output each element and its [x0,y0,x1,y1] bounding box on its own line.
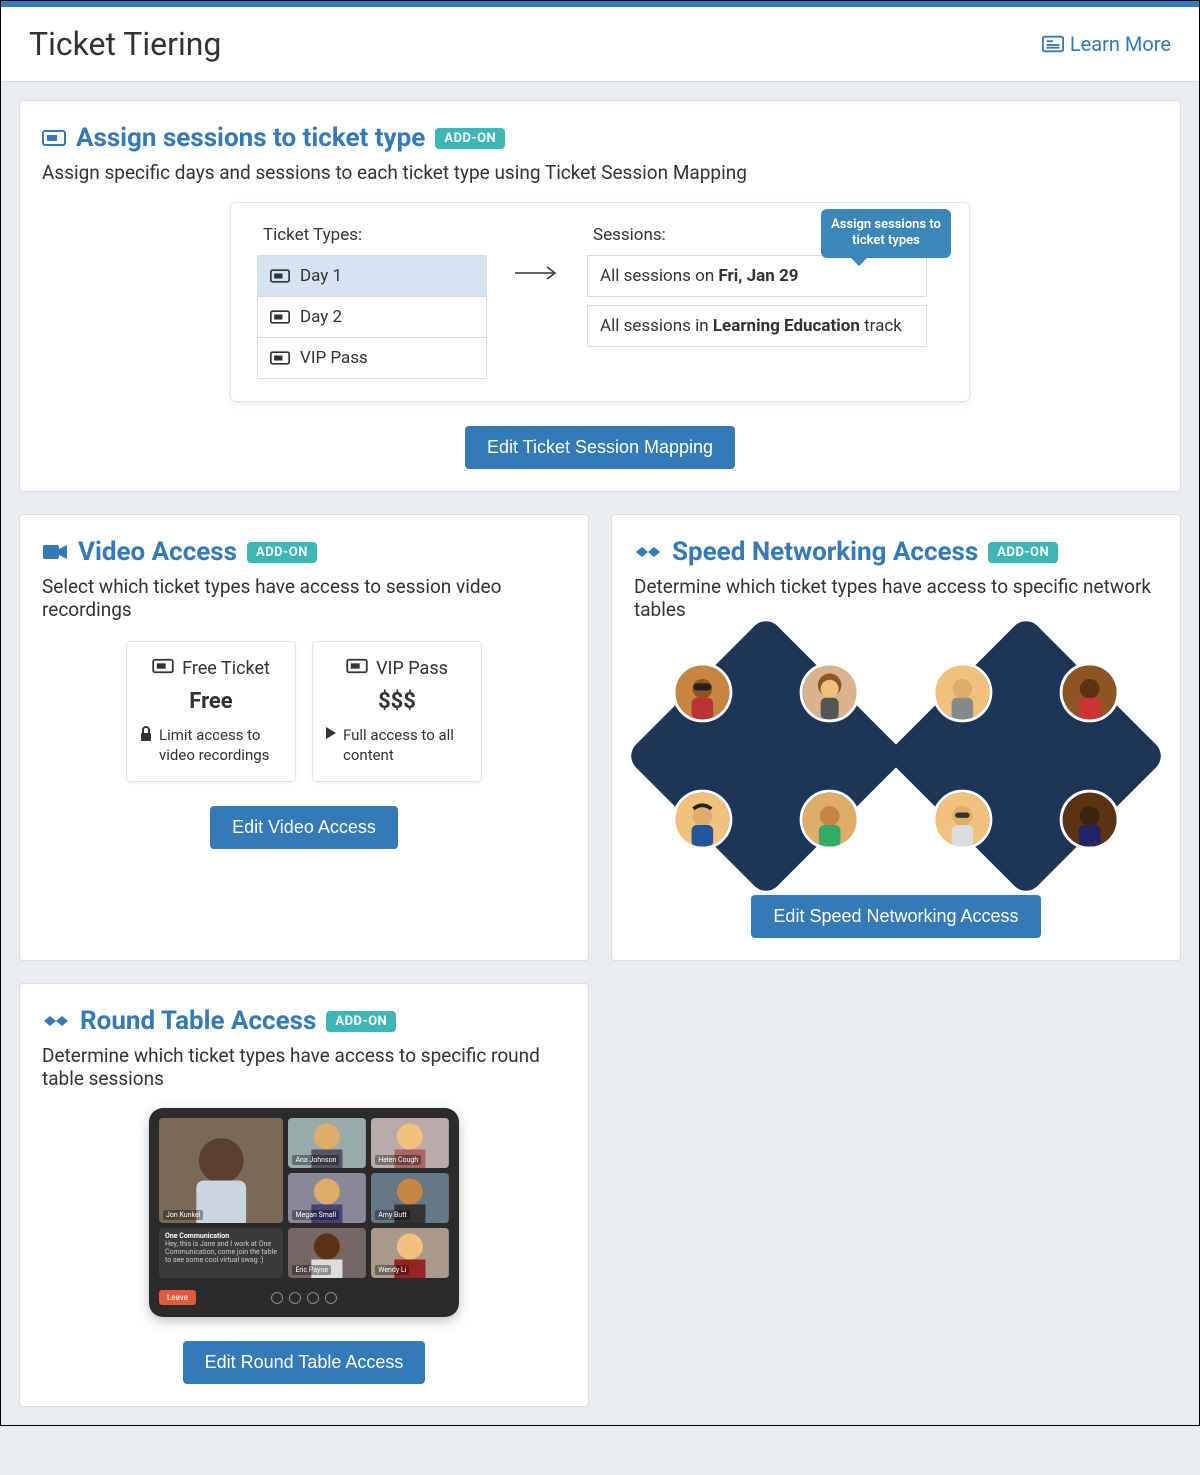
avatar [932,662,992,722]
networking-illustration [634,641,1158,871]
leave-button: Leave [159,1290,196,1305]
edit-ticket-session-mapping-button[interactable]: Edit Ticket Session Mapping [465,426,735,469]
ticket-type-item: Day 1 [257,255,487,297]
ticket-card-note: Full access to all content [343,726,469,765]
session-text: All sessions in Learning Education track [600,316,902,336]
handshake-icon [42,1011,70,1031]
handshake-icon [634,542,662,562]
edit-speed-networking-access-button[interactable]: Edit Speed Networking Access [751,895,1040,938]
network-table [625,615,908,898]
control-icon [325,1292,337,1304]
video-tile: Amy Butt [371,1173,449,1223]
arrow-icon [513,265,561,281]
sessions-list: All sessions on Fri, Jan 29 All sessions… [587,255,927,347]
control-icon [271,1292,283,1304]
panel-title: Speed Networking Access [672,537,978,567]
avatar [1060,662,1120,722]
ticket-card-name: Free Ticket [182,658,270,679]
newspaper-icon [1042,35,1064,53]
panel-desc: Determine which ticket types have access… [634,575,1158,621]
ticket-types-label: Ticket Types: [263,225,487,245]
panel-title: Video Access [78,537,237,567]
video-icon [42,542,68,562]
page-header: Ticket Tiering Learn More [1,7,1199,82]
panel-speed-networking: Speed Networking Access ADD-ON Determine… [611,514,1181,961]
ticket-type-label: Day 1 [300,266,342,286]
control-icon [289,1292,301,1304]
ticket-card-free: Free Ticket Free Limit access to video r… [126,641,296,782]
ticket-type-label: VIP Pass [300,348,368,368]
ticket-icon [346,658,368,679]
page-title: Ticket Tiering [29,25,221,63]
ticket-card-name: VIP Pass [376,658,448,679]
video-tile: Jon Kunkel [159,1118,283,1223]
panel-desc: Determine which ticket types have access… [42,1044,566,1090]
panel-title: Round Table Access [80,1006,316,1036]
ticket-card-vip: VIP Pass $$$ Full access to all content [312,641,482,782]
ticket-card-price: Free [139,689,283,714]
control-icon [307,1292,319,1304]
addon-badge: ADD-ON [326,1011,396,1032]
ticket-type-item: Day 2 [257,297,487,338]
ticket-type-label: Day 2 [300,307,342,327]
addon-badge: ADD-ON [435,128,505,149]
panel-round-table: Round Table Access ADD-ON Determine whic… [19,983,589,1407]
video-tile: Megan Small [288,1173,366,1223]
avatar [672,790,732,850]
session-text: All sessions on Fri, Jan 29 [600,266,799,286]
network-table [885,615,1168,898]
panel-video-access: Video Access ADD-ON Select which ticket … [19,514,589,961]
edit-video-access-button[interactable]: Edit Video Access [210,806,398,849]
edit-round-table-access-button[interactable]: Edit Round Table Access [183,1341,426,1384]
panel-desc: Assign specific days and sessions to eac… [42,161,1158,184]
tooltip-bubble: Assign sessions to ticket types [821,209,951,258]
ticket-type-item: VIP Pass [257,338,487,379]
avatar [672,662,732,722]
assign-illustration: Assign sessions to ticket types Ticket T… [230,202,970,402]
avatar [1060,790,1120,850]
session-item: All sessions in Learning Education track [587,305,927,347]
ticket-card-price: $$$ [325,689,469,714]
learn-more-link[interactable]: Learn More [1042,32,1171,56]
session-item: All sessions on Fri, Jan 29 [587,255,927,297]
play-icon [325,726,337,746]
ticket-icon [270,268,290,284]
avatar [800,790,860,850]
ticket-icon [270,309,290,325]
ticket-card-note: Limit access to video recordings [159,726,283,765]
chat-tile: One Communication Hey, this is Jane and … [159,1228,283,1278]
addon-badge: ADD-ON [988,542,1058,563]
panel-title: Assign sessions to ticket type [76,123,425,153]
ticket-icon [152,658,174,679]
video-tile: Eric Payne [288,1228,366,1278]
video-tile: Helen Cough [371,1118,449,1168]
avatar [800,662,860,722]
lock-icon [139,726,153,748]
video-tile: Wendy Li [371,1228,449,1278]
learn-more-label: Learn More [1070,32,1171,56]
round-table-preview: Jon Kunkel Ana Johnson Helen Cough Megan… [149,1108,459,1317]
ticket-types-list: Day 1 Day 2 VIP Pass [257,255,487,379]
panel-assign-sessions: Assign sessions to ticket type ADD-ON As… [19,100,1181,492]
panel-desc: Select which ticket types have access to… [42,575,566,621]
avatar [932,790,992,850]
video-tile: Ana Johnson [288,1118,366,1168]
ticket-icon [270,350,290,366]
ticket-icon [42,128,66,148]
addon-badge: ADD-ON [247,542,317,563]
